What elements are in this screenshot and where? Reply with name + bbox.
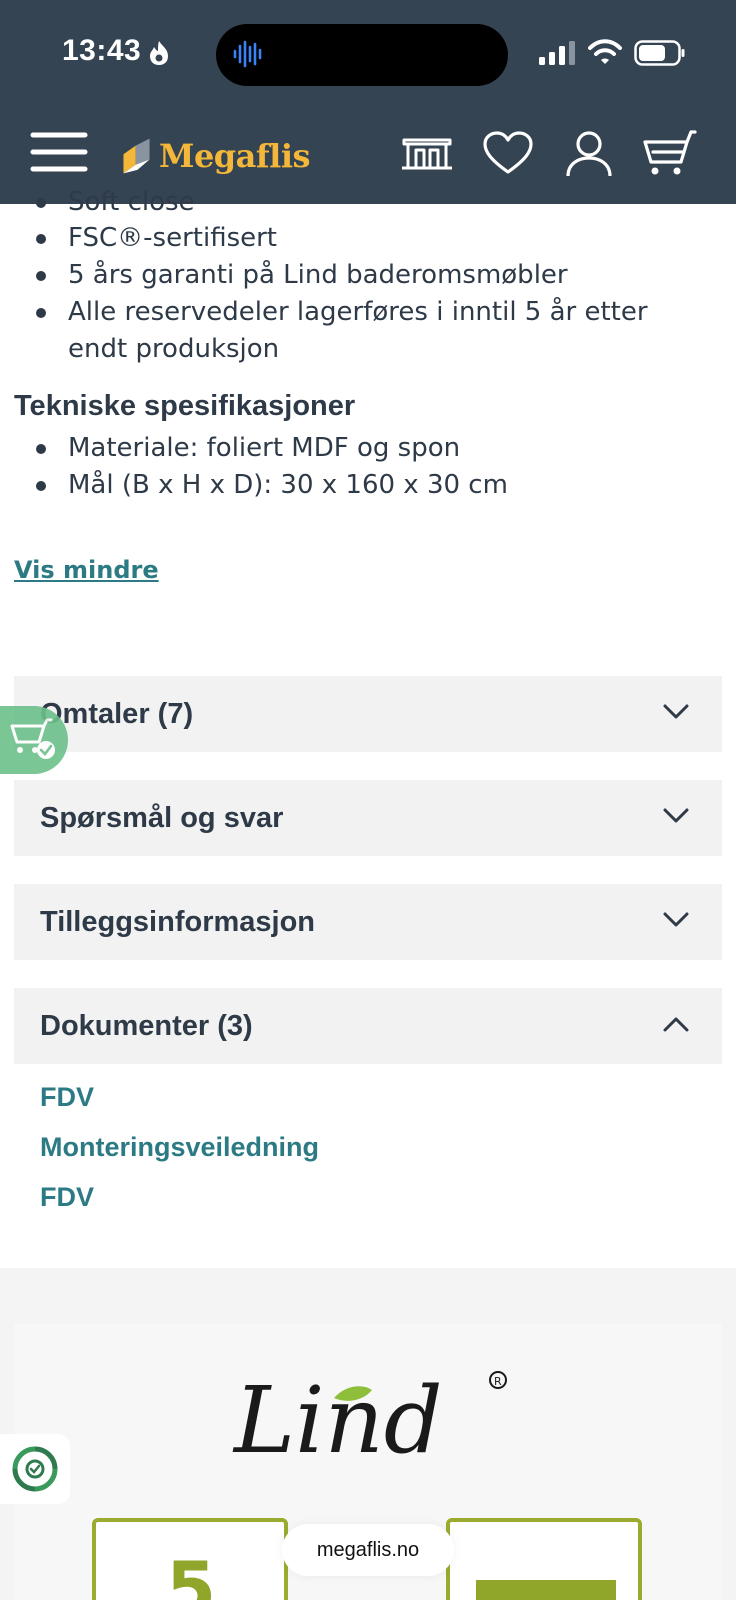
status-time: 13:43 bbox=[62, 34, 142, 67]
accordion-reviews[interactable]: Omtaler (7) bbox=[14, 676, 722, 752]
accordion-title: Spørsmål og svar bbox=[40, 801, 284, 834]
spec-item: Mål (B x H x D): 30 x 160 x 30 cm bbox=[36, 467, 686, 504]
accordion-documents[interactable]: Dokumenter (3) bbox=[14, 988, 722, 1064]
document-link-fdv[interactable]: FDV bbox=[40, 1172, 319, 1222]
specs-list: Materiale: foliert MDF og spon Mål (B x … bbox=[0, 430, 736, 504]
badge-number: 5 bbox=[166, 1546, 217, 1600]
feature-badge bbox=[446, 1518, 642, 1600]
accordion-additional-info[interactable]: Tilleggsinformasjon bbox=[14, 884, 722, 960]
chevron-up-icon bbox=[663, 1017, 689, 1032]
accordion-title: Dokumenter (3) bbox=[40, 1009, 253, 1042]
browser-url-bar[interactable]: megaflis.no bbox=[282, 1524, 454, 1576]
document-link-fdv[interactable]: FDV bbox=[40, 1072, 319, 1122]
warranty-badge: 5 bbox=[92, 1518, 288, 1600]
spec-item: Materiale: foliert MDF og spon bbox=[36, 430, 686, 467]
floating-cart-button[interactable] bbox=[0, 706, 68, 774]
cart-check-icon bbox=[10, 718, 55, 759]
feature-item-cut: Soft close bbox=[68, 187, 195, 217]
chevron-down-icon bbox=[663, 808, 689, 823]
top-bar: 13:43 Megaflis bbox=[0, 0, 736, 204]
heart-icon[interactable] bbox=[481, 130, 535, 178]
cart-icon[interactable] bbox=[643, 130, 697, 178]
lind-logo[interactable]: Lind R bbox=[214, 1364, 524, 1474]
recycle-button[interactable] bbox=[0, 1434, 70, 1504]
feature-list: FSC®-sertifisert 5 års garanti på Lind b… bbox=[0, 220, 736, 368]
badge-bar bbox=[476, 1580, 616, 1600]
store-icon[interactable] bbox=[400, 130, 454, 178]
svg-text:Lind: Lind bbox=[232, 1367, 443, 1474]
show-less-link[interactable]: Vis mindre bbox=[14, 556, 159, 584]
account-icon[interactable] bbox=[562, 130, 616, 178]
chevron-down-icon bbox=[663, 704, 689, 719]
battery-icon bbox=[634, 40, 685, 66]
svg-text:R: R bbox=[494, 1375, 502, 1388]
audio-wave-icon bbox=[233, 40, 262, 68]
feature-item: 5 års garanti på Lind baderomsmøbler bbox=[36, 257, 686, 294]
feature-item: Alle reservedeler lagerføres i inntil 5 … bbox=[36, 294, 686, 368]
logo-text: Megaflis bbox=[159, 137, 310, 175]
recycle-icon bbox=[12, 1446, 58, 1492]
wifi-icon bbox=[588, 39, 622, 64]
accordion-questions[interactable]: Spørsmål og svar bbox=[14, 780, 722, 856]
flame-icon bbox=[150, 41, 168, 65]
specs-title: Tekniske spesifikasjoner bbox=[14, 390, 356, 422]
logo-mark-icon bbox=[123, 138, 150, 174]
bullet-dot bbox=[36, 198, 46, 208]
documents-list: FDV Monteringsveiledning FDV bbox=[40, 1072, 319, 1222]
megaflis-logo[interactable]: Megaflis bbox=[120, 128, 310, 184]
chevron-down-icon bbox=[663, 912, 689, 927]
document-link-mounting-guide[interactable]: Monteringsveiledning bbox=[40, 1122, 319, 1172]
accordion-title: Tilleggsinformasjon bbox=[40, 905, 316, 938]
feature-item: FSC®-sertifisert bbox=[36, 220, 686, 257]
cellular-signal-icon bbox=[539, 41, 575, 65]
menu-icon[interactable] bbox=[30, 130, 88, 174]
